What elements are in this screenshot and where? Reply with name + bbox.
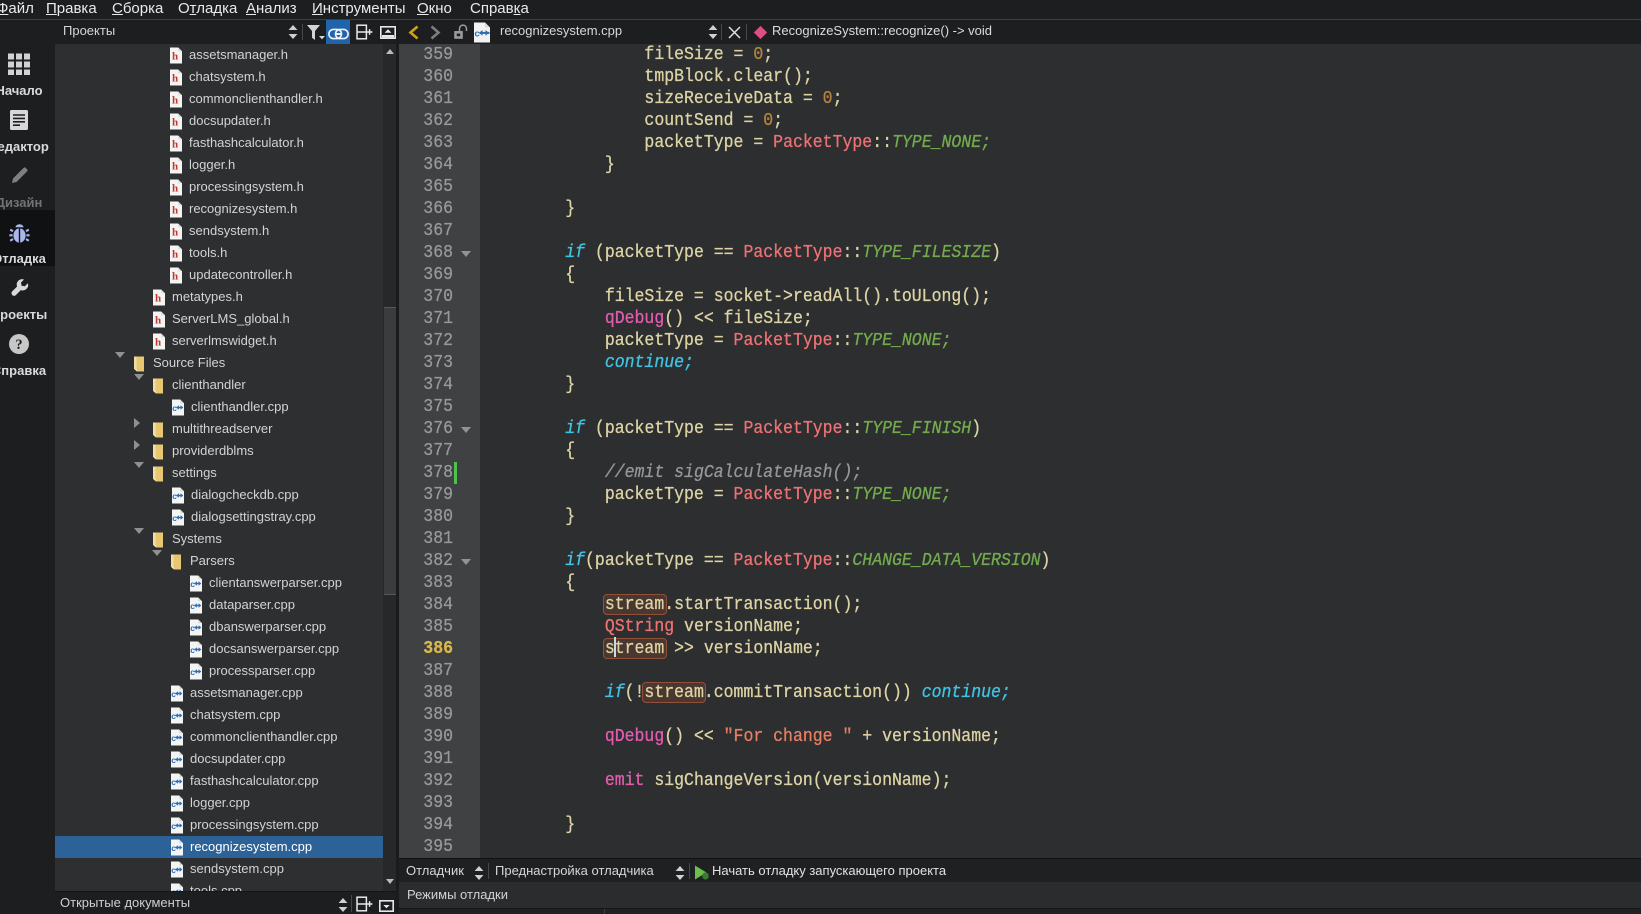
svg-text:h: h [172,138,178,150]
svg-text:h: h [155,314,161,326]
svg-text:c: c [172,512,177,522]
svg-text:h: h [172,204,178,216]
svg-text:c: c [475,28,480,39]
svg-text:c: c [171,776,176,786]
svg-text:c: c [190,666,195,676]
svg-text:c: c [190,622,195,632]
svg-text:h: h [172,50,178,62]
svg-text:h: h [172,226,178,238]
svg-text:?: ? [15,337,22,353]
svg-text:c: c [190,600,195,610]
svg-text:c: c [171,798,176,808]
svg-text:c: c [171,732,176,742]
svg-text:c: c [172,490,177,500]
svg-text:h: h [155,292,161,304]
svg-text:h: h [172,160,178,172]
svg-text:c: c [171,754,176,764]
svg-text:h: h [172,72,178,84]
svg-text:h: h [172,182,178,194]
svg-text:c: c [171,864,176,874]
svg-text:h: h [155,336,161,348]
svg-text:h: h [172,116,178,128]
svg-text:h: h [172,94,178,106]
svg-text:c: c [171,842,176,852]
svg-text:c: c [171,820,176,830]
svg-text:c: c [171,710,176,720]
svg-text:c: c [171,688,176,698]
svg-text:c: c [172,402,177,412]
svg-text:h: h [172,270,178,282]
svg-text:c: c [190,644,195,654]
svg-text:h: h [172,248,178,260]
svg-text:c: c [190,578,195,588]
